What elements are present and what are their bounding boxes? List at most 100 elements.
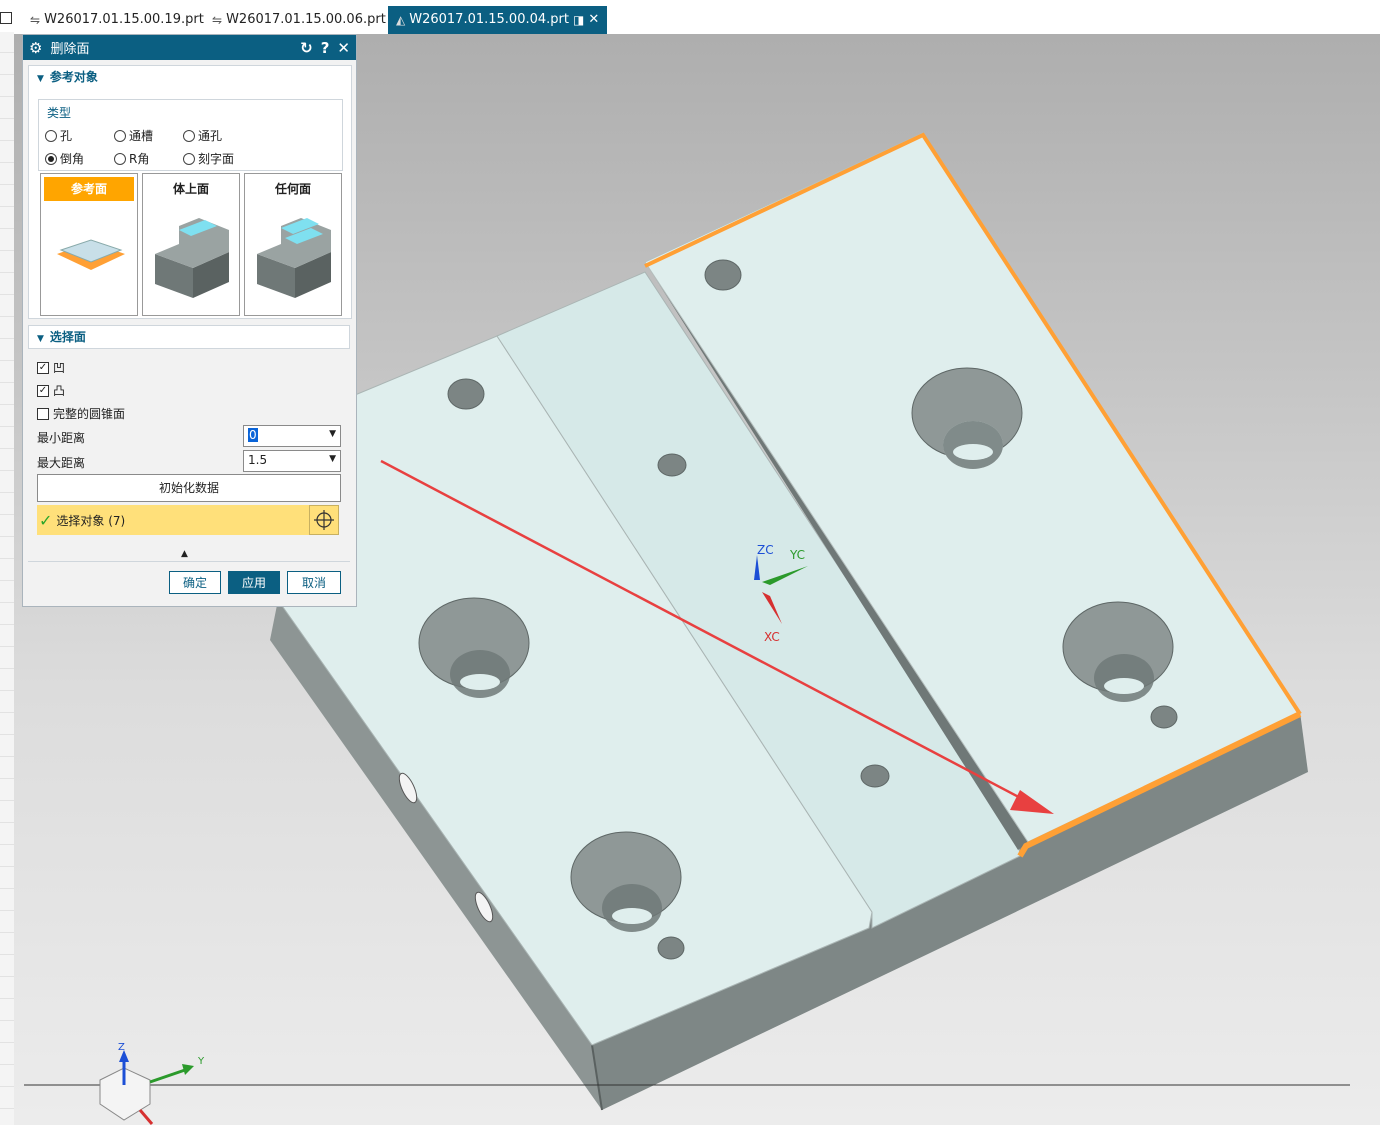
close-tab-icon[interactable]: ✕ — [588, 6, 599, 34]
triad-yc-label: YC — [790, 548, 806, 562]
reference-section-header[interactable]: ▼ 参考对象 — [29, 66, 351, 88]
strip-tick — [0, 470, 14, 471]
view-z-label: Z — [118, 1042, 125, 1053]
chevron-down-icon: ▼ — [37, 334, 44, 344]
max-distance-field[interactable]: 1.5 ▼ — [243, 450, 341, 472]
card-reference-face[interactable]: 参考面 — [40, 173, 138, 316]
document-tab-bar: ⇋ W26017.01.15.00.19.prt ⇋ W26017.01.15.… — [14, 0, 1380, 37]
init-data-button[interactable]: 初始化数据 — [37, 474, 341, 502]
view-y-label: Y — [198, 1056, 205, 1067]
radio-through-slot[interactable]: 通槽 — [114, 127, 153, 144]
expand-more-icon[interactable]: ▲ — [181, 549, 188, 559]
reference-section: ▼ 参考对象 类型 孔 通槽 通孔 倒角 R角 刻字面 参考面 体上面 任何面 — [28, 65, 352, 319]
max-distance-value: 1.5 — [248, 453, 268, 467]
strip-tick — [0, 206, 14, 207]
close-icon[interactable]: ✕ — [337, 39, 350, 57]
strip-tick — [0, 800, 14, 801]
view-triad — [99, 1050, 194, 1125]
strip-tick — [0, 954, 14, 955]
ok-button[interactable]: 确定 — [169, 571, 221, 594]
strip-tick — [0, 646, 14, 647]
strip-tick — [0, 910, 14, 911]
reset-icon[interactable]: ↻ — [300, 39, 313, 57]
tab-document-1[interactable]: ⇋ W26017.01.15.00.19.prt — [22, 6, 212, 34]
strip-tick — [0, 1042, 14, 1043]
chevron-down-icon: ▼ — [37, 74, 44, 84]
apply-button[interactable]: 应用 — [228, 571, 280, 594]
strip-tick — [0, 514, 14, 515]
card-caption: 参考面 — [44, 177, 134, 201]
type-group: 类型 孔 通槽 通孔 倒角 R角 刻字面 — [38, 99, 343, 171]
check-icon: ✓ — [39, 510, 53, 530]
help-icon[interactable]: ? — [321, 39, 330, 57]
radio-chamfer[interactable]: 倒角 — [45, 150, 84, 167]
dialog-title-bar: ⚙ 删除面 ↻ ? ✕ — [23, 35, 356, 60]
chevron-down-icon[interactable]: ▼ — [329, 429, 336, 439]
strip-tick — [0, 448, 14, 449]
strip-tick — [0, 998, 14, 999]
strip-tick — [0, 184, 14, 185]
checkbox-full-cone[interactable]: 完整的圆锥面 — [37, 405, 125, 422]
triad-xc-label: XC — [764, 630, 780, 644]
strip-tick — [0, 888, 14, 889]
strip-tick — [0, 690, 14, 691]
strip-tick — [0, 382, 14, 383]
section-title: 参考对象 — [49, 70, 98, 84]
reference-face-illustration — [57, 239, 125, 270]
tab-document-3[interactable]: ◭ W26017.01.15.00.04.prt ◨ ✕ — [388, 6, 608, 34]
cancel-button[interactable]: 取消 — [287, 571, 341, 594]
radio-engraved-face[interactable]: 刻字面 — [183, 150, 234, 167]
radio-through-hole[interactable]: 通孔 — [183, 127, 222, 144]
strip-tick — [0, 844, 14, 845]
select-object-row[interactable]: ✓ 选择对象 (7) — [37, 505, 309, 535]
strip-tick — [0, 316, 14, 317]
radio-hole[interactable]: 孔 — [45, 127, 72, 144]
strip-tick — [0, 558, 14, 559]
strip-tick — [0, 1020, 14, 1021]
strip-tick — [0, 734, 14, 735]
max-distance-label: 最大距离 — [37, 456, 86, 470]
assembly-icon: ⇋ — [212, 13, 223, 27]
select-face-section: ▼ 选择面 ✓ 凹 ✓ 凸 完整的圆锥面 最小距离 0 ▼ 最大距离 1.5 ▼ 初始… — [28, 325, 350, 561]
strip-tick — [0, 602, 14, 603]
crosshair-icon — [314, 510, 334, 530]
section-title: 选择面 — [49, 330, 86, 344]
card-caption: 任何面 — [274, 182, 311, 196]
card-any-face[interactable]: 任何面 — [244, 173, 342, 316]
tab-document-2[interactable]: ⇋ W26017.01.15.00.06.prt — [204, 6, 394, 34]
strip-tick — [0, 778, 14, 779]
checkbox-convex[interactable]: ✓ 凸 — [37, 382, 65, 399]
strip-tick — [0, 822, 14, 823]
strip-tick — [0, 580, 14, 581]
strip-tick — [0, 536, 14, 537]
strip-tick — [0, 1064, 14, 1065]
strip-tick — [0, 140, 14, 141]
modified-icon: ◨ — [572, 13, 585, 27]
assembly-icon: ⇋ — [30, 13, 41, 27]
panel-toggle-icon[interactable] — [0, 12, 12, 24]
strip-tick — [0, 338, 14, 339]
dialog-title: 删除面 — [50, 42, 90, 57]
min-distance-field[interactable]: 0 ▼ — [243, 425, 341, 447]
strip-tick — [0, 756, 14, 757]
strip-tick — [0, 52, 14, 53]
card-body-face[interactable]: 体上面 — [142, 173, 240, 316]
strip-tick — [0, 272, 14, 273]
triad-zc-label: ZC — [757, 543, 774, 557]
strip-tick — [0, 74, 14, 75]
strip-tick — [0, 162, 14, 163]
tab-label: W26017.01.15.00.04.prt — [409, 12, 569, 27]
select-object-button[interactable] — [309, 505, 339, 535]
delete-face-dialog: ⚙ 删除面 ↻ ? ✕ ▼ 参考对象 类型 孔 通槽 通孔 倒角 R角 刻字面 参… — [22, 34, 357, 607]
strip-tick — [0, 96, 14, 97]
chevron-down-icon[interactable]: ▼ — [329, 454, 336, 464]
type-label: 类型 — [47, 106, 72, 120]
strip-tick — [0, 426, 14, 427]
strip-tick — [0, 624, 14, 625]
strip-tick — [0, 294, 14, 295]
select-face-header[interactable]: ▼ 选择面 — [28, 325, 350, 349]
strip-tick — [0, 492, 14, 493]
radio-fillet[interactable]: R角 — [114, 150, 149, 167]
min-distance-label: 最小距离 — [37, 431, 86, 445]
checkbox-concave[interactable]: ✓ 凹 — [37, 359, 65, 376]
